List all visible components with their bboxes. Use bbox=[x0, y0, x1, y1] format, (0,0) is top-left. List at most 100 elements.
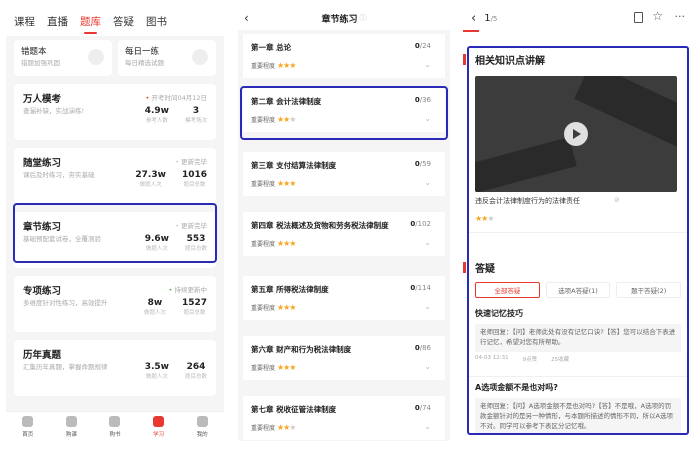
qa-answer: 老师回复：【问】A选项金额不是也对吗?【答】不是哦，A选项的罚款金额针对的是另一… bbox=[475, 398, 681, 433]
chapter-item[interactable]: 第四章 税法概述及货物和劳务税法律制度 0/102 重要程度 ★★★ ⌄ bbox=[243, 212, 445, 256]
page-total: /5 bbox=[490, 14, 498, 23]
tab-buy-book[interactable]: 购书 bbox=[93, 412, 137, 441]
nav-tab-qa[interactable]: 答疑 bbox=[113, 14, 134, 29]
filter-stem[interactable]: 题干答疑(2) bbox=[616, 282, 682, 298]
chapter-name: 第四章 税法概述及货物和劳务税法律制度 bbox=[251, 221, 389, 230]
chapter-progress: 0/102 bbox=[410, 220, 431, 228]
chapter-progress: 0/59 bbox=[414, 160, 431, 168]
video-caption: 违反会计法律制度行为的法律责任 bbox=[475, 197, 580, 205]
card-status: 持续更新中 bbox=[174, 286, 208, 294]
calendar-icon bbox=[192, 49, 208, 65]
card-title: 历年真题 bbox=[23, 350, 62, 361]
star-filled-icon: ★ bbox=[289, 61, 296, 70]
nav-tab-question-bank[interactable]: 题库 bbox=[80, 14, 101, 34]
card-stat-2-label: 题目总数 bbox=[184, 374, 207, 380]
tab-mine-label: 我的 bbox=[196, 431, 208, 438]
tab-home-label: 首页 bbox=[22, 431, 34, 438]
qa-likes[interactable]: 9点赞 bbox=[523, 355, 538, 363]
info-icon[interactable]: ⓘ bbox=[360, 13, 367, 23]
highlight-box bbox=[240, 86, 448, 140]
wrong-book-button[interactable]: 错题本 错题加强巩固 bbox=[14, 40, 112, 76]
nav-tab-courses[interactable]: 课程 bbox=[14, 14, 35, 29]
film-strip-graphic bbox=[574, 76, 677, 150]
notebook-icon bbox=[88, 49, 104, 65]
tab-buy-course[interactable]: 购课 bbox=[50, 412, 94, 441]
more-icon[interactable]: ··· bbox=[675, 10, 686, 23]
top-nav: 课程 直播 题库 答疑 图书 bbox=[6, 6, 224, 36]
chapter-name: 第六章 财产和行为税法律制度 bbox=[251, 345, 352, 354]
chapter-item[interactable]: 第六章 财产和行为税法律制度 0/86 重要程度 ★★★ ⌄ bbox=[243, 336, 445, 380]
card-status: 更新完毕 bbox=[181, 158, 207, 166]
qa-filter-tabs: 全部答疑 选项A答疑(1) 题干答疑(2) bbox=[475, 282, 682, 298]
chapter-progress: 0/24 bbox=[414, 42, 431, 50]
play-button[interactable] bbox=[564, 122, 588, 146]
header: ‹ 1/5 ☆ ··· bbox=[463, 6, 693, 30]
chapter-item[interactable]: 第五章 所得税法律制度 0/114 重要程度 ★★★ ⌄ bbox=[243, 276, 445, 320]
notes-icon[interactable] bbox=[634, 12, 643, 23]
importance-stars: ★★★ bbox=[277, 179, 297, 188]
qa-favorites[interactable]: 25收藏 bbox=[551, 355, 569, 363]
daily-practice-button[interactable]: 每日一练 每日精选试题 bbox=[118, 40, 216, 76]
card-past-exams[interactable]: 历年真题 汇集历年真题，掌握命题规律 3.5w 做题人次 264 题目总数 bbox=[14, 340, 216, 396]
edit-icon[interactable]: ⊘ bbox=[614, 196, 620, 204]
card-classroom-practice[interactable]: 随堂练习 课后及时练习，夯实基础 • 更新完毕 27.3w 做题人次 1016 题目… bbox=[14, 148, 216, 204]
chevron-down-icon[interactable]: ⌄ bbox=[424, 422, 431, 431]
home-icon bbox=[22, 415, 34, 427]
card-stat-2-label: 题目总数 bbox=[183, 182, 206, 188]
video-player[interactable] bbox=[475, 76, 677, 192]
card-stat-2: 1527 bbox=[181, 298, 207, 308]
importance: 重要程度 ★★★ bbox=[251, 423, 297, 432]
card-stat-2: 264 bbox=[186, 362, 206, 372]
play-icon bbox=[573, 129, 581, 139]
importance-stars: ★★★ bbox=[277, 363, 297, 372]
back-icon[interactable]: ‹ bbox=[471, 11, 476, 26]
qa-item[interactable]: A选项金额不是也对吗? 老师回复：【问】A选项金额不是也对吗?【答】不是哦，A选… bbox=[475, 382, 681, 433]
filter-all[interactable]: 全部答疑 bbox=[475, 282, 540, 298]
film-strip-graphic bbox=[475, 136, 577, 192]
importance-stars: ★★★ bbox=[277, 239, 297, 248]
qa-answer: 老师回复：【问】老师此处有没有记忆口诀?【答】您可以结合下表进行记忆，希望对您有… bbox=[475, 324, 681, 352]
page-title: 章节练习 bbox=[321, 14, 358, 25]
chapter-item[interactable]: 第七章 税收征管法律制度 0/74 重要程度 ★★★ ⌄ bbox=[243, 396, 445, 440]
filter-option-a[interactable]: 选项A答疑(1) bbox=[545, 282, 611, 298]
nav-tab-live[interactable]: 直播 bbox=[47, 14, 68, 29]
chevron-down-icon[interactable]: ⌄ bbox=[424, 178, 431, 187]
card-stat-1-label: 做题人次 bbox=[143, 310, 166, 316]
progress-bar bbox=[463, 30, 479, 32]
tab-buy-book-label: 购书 bbox=[109, 431, 121, 438]
card-stat-1-label: 参考人数 bbox=[145, 118, 168, 124]
star-icon[interactable]: ☆ bbox=[652, 9, 663, 23]
card-mock-exam[interactable]: 万人模考 查漏补缺，实战演练! • 开考时间04月12日 4.9w 参考人数 3模… bbox=[14, 84, 216, 140]
importance: 重要程度 ★★★ bbox=[251, 363, 297, 372]
chevron-down-icon[interactable]: ⌄ bbox=[424, 362, 431, 371]
play-icon bbox=[153, 415, 165, 427]
tab-study[interactable]: 学习 bbox=[137, 412, 181, 441]
importance: 重要程度 ★★★ bbox=[251, 239, 297, 248]
bottom-tab-bar: 首页 购课 购书 学习 我的 bbox=[6, 411, 224, 441]
tab-mine[interactable]: 我的 bbox=[180, 412, 224, 441]
chevron-down-icon[interactable]: ⌄ bbox=[424, 60, 431, 69]
star-filled-icon: ★ bbox=[289, 239, 296, 248]
chevron-down-icon[interactable]: ⌄ bbox=[424, 302, 431, 311]
header: ‹ 章节练习 ⓘ bbox=[238, 6, 450, 30]
knowledge-title: 相关知识点讲解 bbox=[475, 56, 545, 67]
user-icon bbox=[196, 415, 208, 427]
chevron-down-icon[interactable]: ⌄ bbox=[424, 238, 431, 247]
importance-stars: ★★★ bbox=[277, 423, 297, 432]
chapter-practice-screen: ‹ 章节练习 ⓘ 第一章 总论 0/24 重要程度 ★★★ ⌄ 第二章 会计法律制度 0/… bbox=[238, 6, 450, 441]
qa-question: 快速记忆技巧 bbox=[475, 309, 523, 318]
chapter-item[interactable]: 第三章 支付结算法律制度 0/59 重要程度 ★★★ ⌄ bbox=[243, 152, 445, 196]
nav-tab-books[interactable]: 图书 bbox=[146, 14, 167, 29]
chapter-item[interactable]: 第一章 总论 0/24 重要程度 ★★★ ⌄ bbox=[243, 34, 445, 78]
tab-home[interactable]: 首页 bbox=[6, 412, 50, 441]
qa-item[interactable]: 快速记忆技巧 老师回复：【问】老师此处有没有记忆口诀?【答】您可以结合下表进行记… bbox=[475, 308, 681, 363]
card-special-practice[interactable]: 专项练习 多维度针对性练习，高效提升 • 持续更新中 8w 做题人次 1527 题目… bbox=[14, 276, 216, 332]
chapter-name: 第五章 所得税法律制度 bbox=[251, 285, 329, 294]
back-icon[interactable]: ‹ bbox=[244, 11, 249, 25]
cart-icon bbox=[65, 415, 77, 427]
card-stat-2-label: 模考场次 bbox=[184, 118, 207, 124]
importance: 重要程度 ★★★ bbox=[251, 303, 296, 312]
chapter-name: 第七章 税收征管法律制度 bbox=[251, 405, 337, 414]
card-status: 开考时间04月12日 bbox=[151, 94, 207, 102]
card-stat-1-label: 做题人次 bbox=[139, 182, 162, 188]
